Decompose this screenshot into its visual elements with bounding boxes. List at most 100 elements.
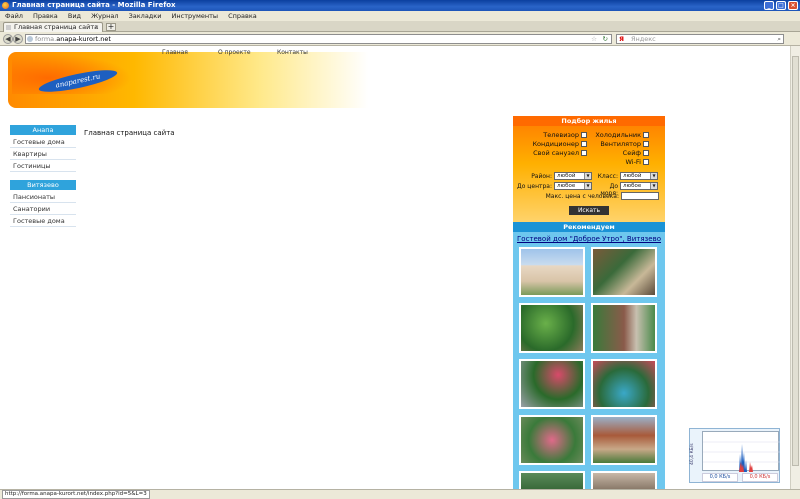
sidebar-item-vityazevo-guesthouses[interactable]: Гостевые дома (10, 215, 76, 227)
sidebar-item-vityazevo-sanatoriums[interactable]: Санатории (10, 203, 76, 215)
menu-history[interactable]: Журнал (91, 12, 118, 20)
center-distance-select[interactable]: любое ▼ (554, 182, 592, 190)
photo-staircase[interactable] (591, 247, 657, 297)
reload-icon[interactable]: ↻ (603, 35, 608, 43)
photo-flowers[interactable] (519, 359, 585, 409)
url-domain: anapa-kurort.net (56, 35, 111, 43)
url-scheme: forma. (35, 35, 57, 43)
scrollbar-thumb[interactable] (792, 56, 799, 466)
district-select[interactable]: любой ▼ (554, 172, 592, 180)
amenity-bathroom[interactable]: Свой санузел (515, 149, 587, 157)
checkbox-tv[interactable] (581, 132, 587, 138)
sea-distance-select[interactable]: любое ▼ (620, 182, 658, 190)
district-label: Район: (531, 173, 552, 180)
close-tab-icon[interactable]: × (94, 23, 99, 32)
amenity-wifi[interactable]: Wi-Fi (589, 158, 649, 166)
center-distance-label: До центра: (517, 183, 552, 190)
checkbox-ac[interactable] (581, 141, 587, 147)
status-bar: http://forma.anapa-kurort.net/index.php?… (0, 489, 800, 499)
menu-bar: Файл Правка Вид Журнал Закладки Инструме… (0, 11, 800, 21)
sidebar-item-anapa-guesthouses[interactable]: Гостевые дома (10, 136, 76, 148)
chevron-down-icon: ▼ (650, 183, 657, 189)
menu-edit[interactable]: Правка (33, 12, 58, 20)
amenity-ac[interactable]: Кондиционер (515, 140, 587, 148)
navigation-bar: ◀ ▶ forma.anapa-kurort.net ☆ ↻ Я Яндекс … (0, 32, 800, 46)
class-label: Класс: (597, 173, 618, 180)
search-submit-button[interactable]: Искать (569, 206, 609, 215)
nav-home-link[interactable]: Главная (162, 49, 188, 56)
recommended-link[interactable]: Гостевой дом "Доброе Утро", Витязево (513, 235, 665, 243)
photo-pool-garden[interactable] (591, 359, 657, 409)
close-window-button[interactable]: × (788, 1, 798, 10)
checkbox-safe[interactable] (643, 150, 649, 156)
page-scrollbar[interactable] (790, 46, 800, 489)
header-banner: anaparest.ru (8, 52, 368, 108)
window-title-bar: Главная страница сайта - Mozilla Firefox… (0, 0, 800, 11)
photo-room[interactable] (591, 471, 657, 489)
netmon-axis-label: 40,4 КБ/s (690, 443, 695, 465)
window-title: Главная страница сайта - Mozilla Firefox (12, 1, 176, 9)
forward-button[interactable]: ▶ (13, 34, 23, 44)
photo-garden-plants[interactable] (519, 303, 585, 353)
photo-brick-building[interactable] (591, 415, 657, 465)
url-bar[interactable]: forma.anapa-kurort.net ☆ ↻ (25, 34, 612, 44)
search-bar[interactable]: Я Яндекс ⌕ (616, 34, 784, 44)
menu-view[interactable]: Вид (68, 12, 81, 20)
nav-contacts-link[interactable]: Контакты (277, 49, 308, 56)
menu-help[interactable]: Справка (228, 12, 257, 20)
recommended-panel: Рекомендуем Гостевой дом "Доброе Утро", … (513, 222, 665, 489)
chevron-down-icon: ▼ (584, 173, 591, 179)
yandex-icon: Я (619, 35, 625, 43)
sidebar-item-anapa-apartments[interactable]: Квартиры (10, 148, 76, 160)
page-icon (6, 25, 11, 30)
page-viewport: anaparest.ru Главная О проекте Контакты … (0, 46, 800, 489)
class-select[interactable]: любой ▼ (620, 172, 658, 180)
new-tab-button[interactable]: + (106, 23, 116, 31)
checkbox-wifi[interactable] (643, 159, 649, 165)
tab-title: Главная страница сайта (14, 23, 99, 31)
search-icon[interactable]: ⌕ (777, 35, 781, 43)
bookmark-star-icon[interactable]: ☆ (591, 35, 597, 43)
netmon-read-value: 0,0 КБ/s (702, 473, 738, 482)
minimize-button[interactable]: _ (764, 1, 774, 10)
filter-title: Подбор жилья (513, 116, 665, 126)
recommended-title: Рекомендуем (513, 222, 665, 232)
amenity-safe[interactable]: Сейф (589, 149, 649, 157)
menu-file[interactable]: Файл (5, 12, 23, 20)
max-price-label: Макс. цена с человека: (545, 193, 619, 200)
photo-house-exterior[interactable] (519, 247, 585, 297)
menu-bookmarks[interactable]: Закладки (129, 12, 162, 20)
menu-tools[interactable]: Инструменты (172, 12, 219, 20)
firefox-icon (2, 2, 9, 9)
checkbox-fridge[interactable] (643, 132, 649, 138)
back-button[interactable]: ◀ (3, 34, 13, 44)
netmon-graph (702, 431, 780, 472)
tab-bar: Главная страница сайта × + (0, 21, 800, 32)
housing-filter-panel: Подбор жилья Телевизор Кондиционер Свой … (513, 116, 665, 222)
amenity-tv[interactable]: Телевизор (515, 131, 587, 139)
top-navigation: Главная О проекте Контакты (130, 49, 340, 58)
checkbox-bathroom[interactable] (581, 150, 587, 156)
globe-icon (27, 36, 33, 42)
netmon-graph-svg (703, 441, 780, 472)
amenity-fridge[interactable]: Холодильник (589, 131, 649, 139)
network-monitor-widget[interactable]: 40,4 КБ/s 0,0 КБ/s 0,0 КБ/s (689, 428, 780, 483)
sidebar-item-vityazevo-boarding[interactable]: Пансионаты (10, 191, 76, 203)
netmon-write-value: 0,0 КБ/s (742, 473, 778, 482)
search-placeholder: Яндекс (631, 35, 656, 43)
chevron-down-icon: ▼ (650, 173, 657, 179)
status-url: http://forma.anapa-kurort.net/index.php?… (2, 490, 150, 499)
sidebar-section-vityazevo[interactable]: Витязево (10, 180, 76, 190)
photo-garden-steps[interactable] (591, 303, 657, 353)
tab-main-page[interactable]: Главная страница сайта × (3, 22, 103, 32)
maximize-button[interactable]: □ (776, 1, 786, 10)
nav-about-link[interactable]: О проекте (218, 49, 251, 56)
sidebar-section-anapa[interactable]: Анапа (10, 125, 76, 135)
page-title: Главная страница сайта (84, 129, 175, 137)
photo-greenery[interactable] (519, 471, 585, 489)
photo-rose-bush[interactable] (519, 415, 585, 465)
max-price-input[interactable] (621, 192, 659, 200)
amenity-fan[interactable]: Вентилятор (589, 140, 649, 148)
sidebar-item-anapa-hotels[interactable]: Гостиницы (10, 160, 76, 172)
checkbox-fan[interactable] (643, 141, 649, 147)
